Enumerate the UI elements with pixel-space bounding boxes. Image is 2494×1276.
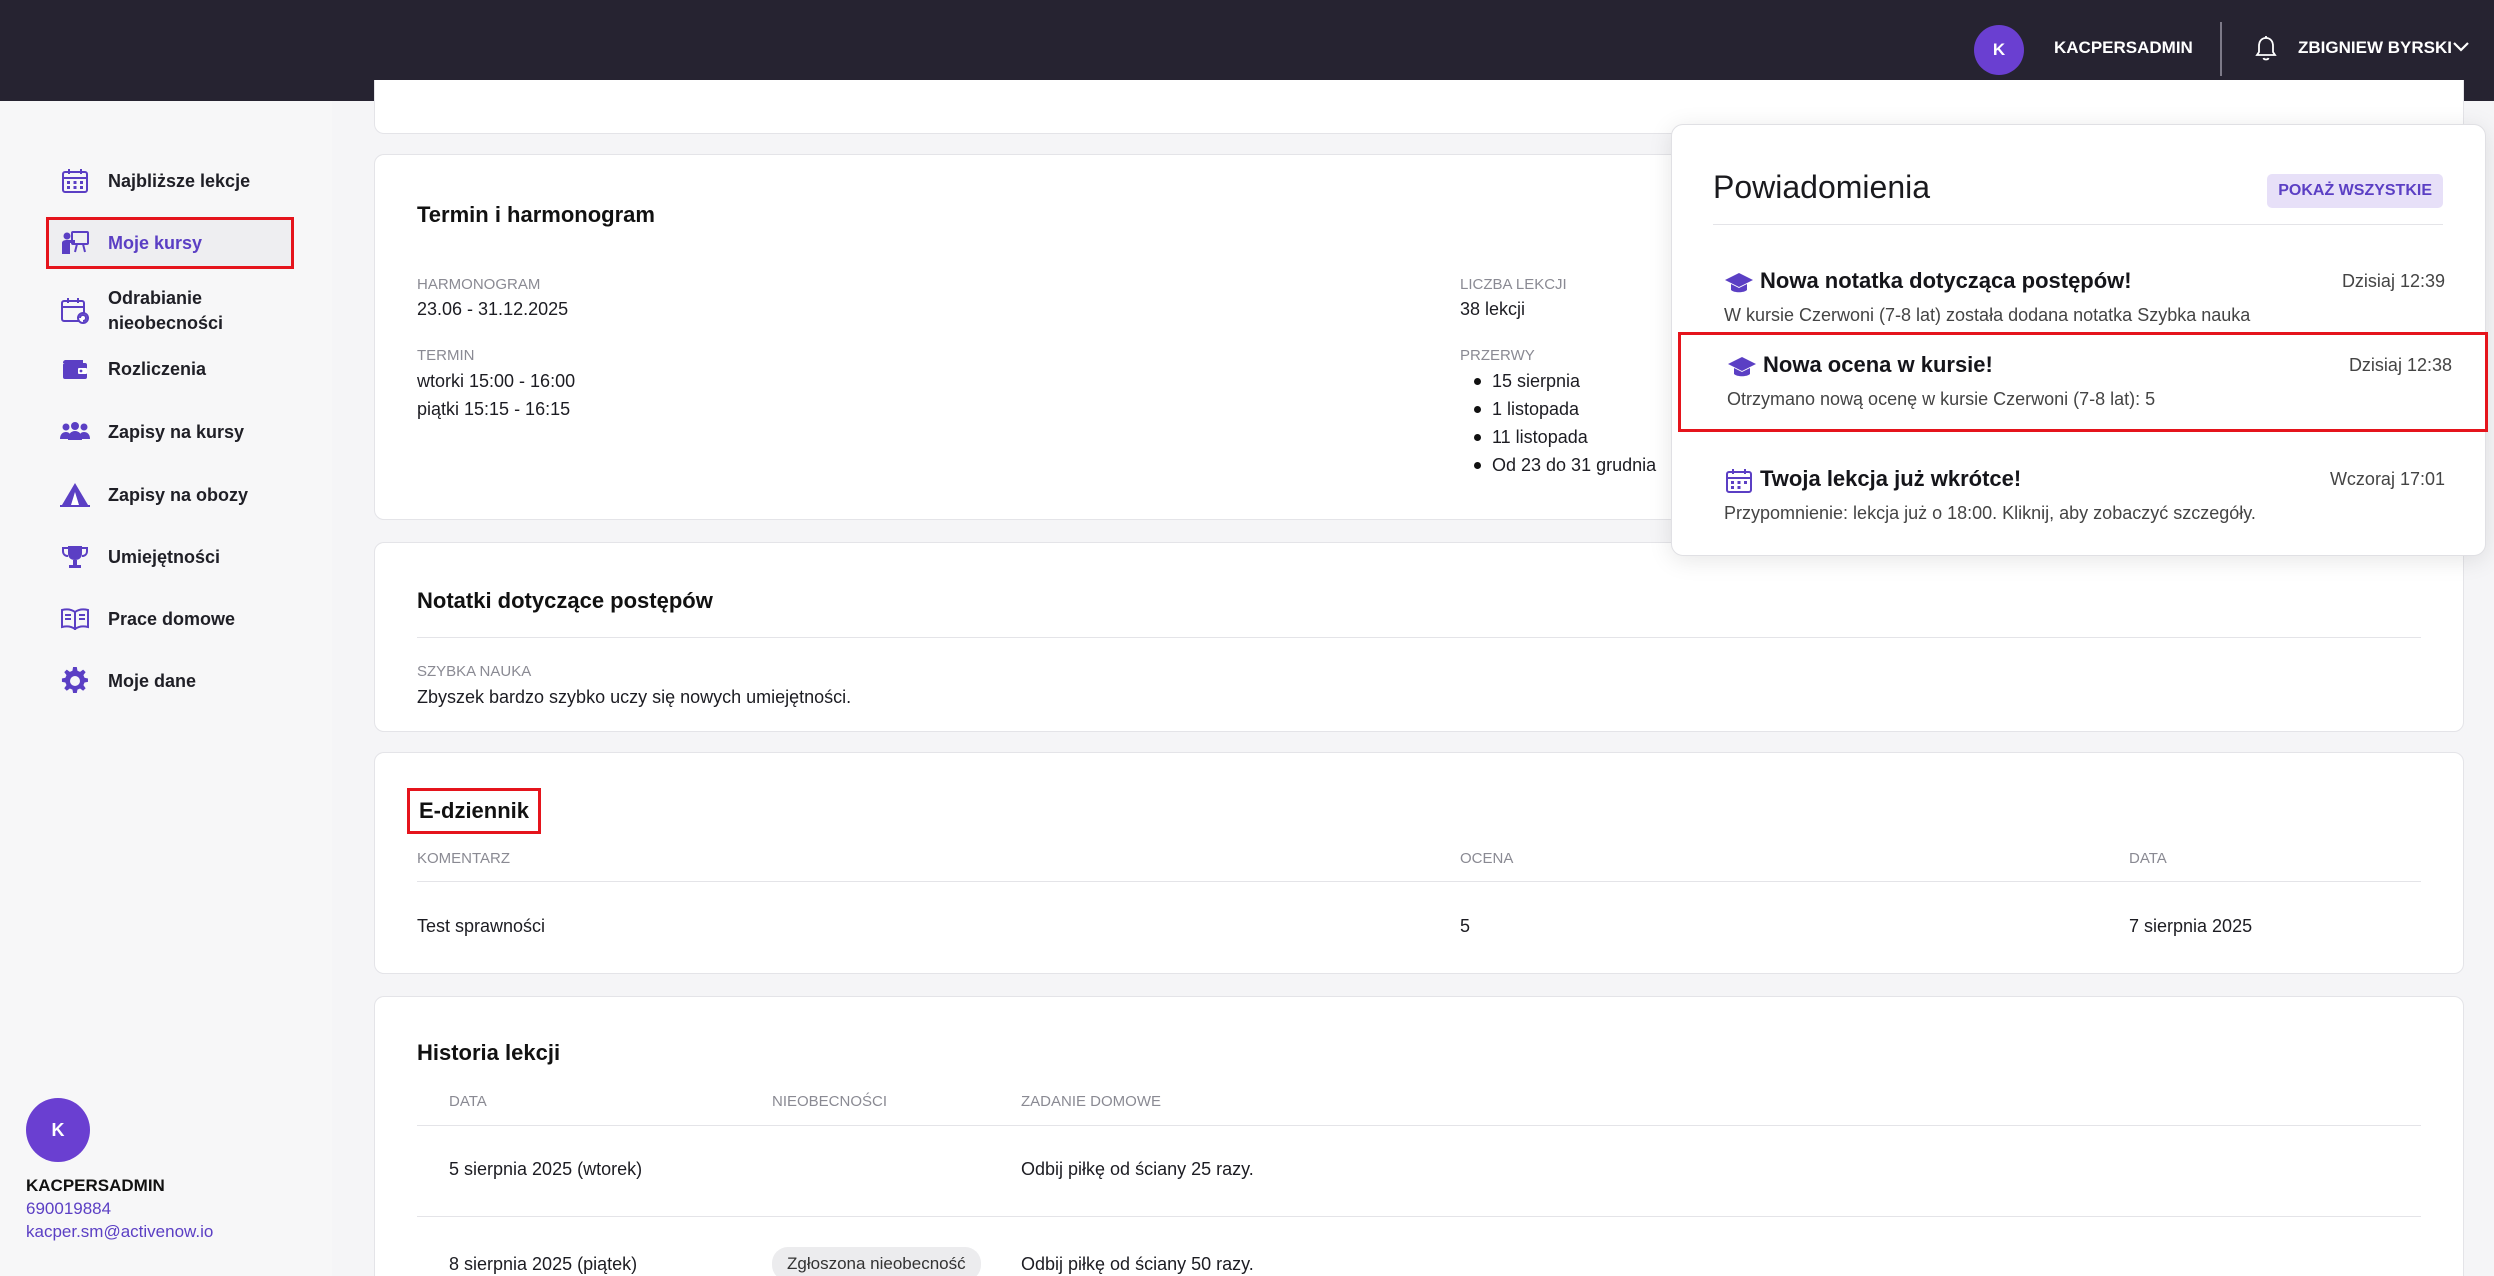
book-icon: [60, 604, 90, 634]
column-header: NIEOBECNOŚCI: [772, 1093, 888, 1110]
note-label: SZYBKA NAUKA: [417, 663, 532, 680]
termin-value-2: piątki 15:15 - 16:15: [417, 399, 571, 419]
sidebar-item-odrabianie[interactable]: Odrabianie nieobecności: [46, 279, 294, 343]
column-header: DATA: [449, 1093, 487, 1110]
list-item: 15 sierpnia: [1460, 367, 1656, 395]
lessons-count-label: LICZBA LEKCJI: [1460, 276, 1567, 293]
notification-item-highlighted[interactable]: Nowa ocena w kursie! Dzisiaj 12:38 Otrzy…: [1678, 332, 2488, 432]
sidebar-item-moje-kursy[interactable]: Moje kursy: [46, 217, 294, 269]
ediary-grade: 5: [1460, 916, 1471, 936]
divider: [417, 1216, 2421, 1217]
calendar-refresh-icon: [60, 296, 90, 326]
column-header: DATA: [2129, 850, 2167, 867]
topbar-divider: [2220, 22, 2222, 76]
notes-title: Notatki dotyczące postępów: [417, 588, 713, 613]
notifications-dropdown: Powiadomienia POKAŻ WSZYSTKIE Nowa notat…: [1671, 124, 2488, 556]
lesson-homework: Odbij piłkę od ściany 50 razy.: [1021, 1254, 1254, 1274]
gear-icon: [60, 666, 90, 696]
notification-title: Twoja lekcja już wkrótce!: [1760, 466, 2022, 491]
sidebar-item-label: Moje kursy: [108, 232, 203, 253]
divider: [417, 637, 2421, 638]
list-item: 1 listopada: [1460, 395, 1656, 423]
notification-title: Nowa notatka dotycząca postępów!: [1760, 268, 2132, 293]
column-header: OCENA: [1460, 850, 1514, 867]
notification-body: Przypomnienie: lekcja już o 18:00. Klikn…: [1724, 503, 2256, 523]
column-header: KOMENTARZ: [417, 850, 511, 867]
graduation-cap-icon: [1728, 357, 1756, 377]
teacher-board-icon: [60, 228, 90, 258]
people-icon: [60, 417, 90, 447]
chevron-down-icon[interactable]: [2452, 40, 2470, 54]
harmonogram-value: 23.06 - 31.12.2025: [417, 299, 569, 319]
sidebar-item-label: Najbliższe lekcje: [108, 170, 251, 191]
list-item: 11 listopada: [1460, 423, 1656, 451]
sidebar-user-avatar[interactable]: K: [26, 1098, 90, 1162]
calendar-icon: [60, 166, 90, 196]
sidebar-item-rozliczenia[interactable]: Rozliczenia: [46, 343, 294, 395]
notification-time: Dzisiaj 12:38: [2348, 355, 2452, 375]
lesson-date: 8 sierpnia 2025 (piątek): [449, 1254, 638, 1274]
notification-body: W kursie Czerwoni (7-8 lat) została doda…: [1724, 305, 2251, 325]
sidebar-user-email[interactable]: kacper.sm@activenow.io: [26, 1222, 213, 1242]
notification-time: Dzisiaj 12:39: [2341, 271, 2445, 291]
progress-notes-card: Notatki dotyczące postępów SZYBKA NAUKA …: [374, 542, 2464, 732]
sidebar-item-umiejetnosci[interactable]: Umiejętności: [46, 531, 294, 583]
sidebar-item-label: Umiejętności: [108, 546, 221, 567]
ediary-comment: Test sprawności: [417, 916, 546, 936]
sidebar-item-label: Rozliczenia: [108, 358, 207, 379]
sidebar-item-label: Zapisy na obozy: [108, 484, 249, 505]
absence-badge: Zgłoszona nieobecność: [772, 1247, 981, 1276]
sidebar-item-label: Prace domowe: [108, 608, 236, 629]
trophy-icon: [60, 542, 90, 572]
calendar-icon: [1726, 469, 1752, 493]
notification-time: Wczoraj 17:01: [2329, 469, 2445, 489]
ediary-card: E-dziennik KOMENTARZ OCENA DATA Test spr…: [374, 752, 2464, 974]
sidebar-user-phone[interactable]: 690019884: [26, 1199, 111, 1219]
tent-icon: [60, 480, 90, 510]
divider: [1713, 224, 2443, 225]
user-menu-name[interactable]: ZBIGNIEW BYRSKI: [2298, 38, 2452, 58]
account-avatar[interactable]: K: [1974, 25, 2024, 75]
sidebar-item-zapisy-kursy[interactable]: Zapisy na kursy: [46, 406, 294, 458]
notification-body: Otrzymano nową ocenę w kursie Czerwoni (…: [1727, 389, 2156, 409]
sidebar-item-prace-domowe[interactable]: Prace domowe: [46, 593, 294, 645]
bell-icon[interactable]: [2254, 35, 2278, 63]
list-item: Od 23 do 31 grudnia: [1460, 451, 1656, 479]
note-text: Zbyszek bardzo szybko uczy się nowych um…: [417, 687, 852, 707]
sidebar-item-label: Zapisy na kursy: [108, 421, 245, 442]
sidebar-item-moje-dane[interactable]: Moje dane: [46, 655, 294, 707]
lesson-history-card: Historia lekcji DATA NIEOBECNOŚCI ZADANI…: [374, 996, 2464, 1276]
sidebar-item-najblizsze-lekcje[interactable]: Najbliższe lekcje: [46, 155, 294, 207]
breaks-list: 15 sierpnia 1 listopada 11 listopada Od …: [1460, 367, 1656, 479]
sidebar-user-name: KACPERSADMIN: [26, 1176, 165, 1195]
graduation-cap-icon: [1725, 273, 1753, 293]
notification-title: Nowa ocena w kursie!: [1763, 352, 1993, 377]
sidebar: Najbliższe lekcje Moje kursy Odrabianie …: [0, 101, 332, 1276]
notification-item[interactable]: Twoja lekcja już wkrótce! Wczoraj 17:01 …: [1672, 446, 2487, 546]
breaks-label: PRZERWY: [1460, 347, 1535, 364]
sidebar-item-zapisy-obozy[interactable]: Zapisy na obozy: [46, 469, 294, 521]
sidebar-item-label: Moje dane: [108, 670, 197, 691]
divider: [417, 1125, 2421, 1126]
sidebar-item-label: Odrabianie nieobecności: [108, 288, 224, 333]
ediary-title: E-dziennik: [407, 788, 542, 834]
schedule-title: Termin i harmonogram: [417, 202, 655, 227]
show-all-button[interactable]: POKAŻ WSZYSTKIE: [2267, 174, 2443, 208]
column-header: ZADANIE DOMOWE: [1021, 1093, 1162, 1110]
history-title: Historia lekcji: [417, 1040, 561, 1065]
wallet-icon: [60, 354, 90, 384]
lesson-date: 5 sierpnia 2025 (wtorek): [449, 1159, 643, 1179]
lesson-homework: Odbij piłkę od ściany 25 razy.: [1021, 1159, 1254, 1179]
account-name[interactable]: KACPERSADMIN: [2054, 38, 2193, 58]
lessons-count-value: 38 lekcji: [1460, 299, 1526, 319]
ediary-date: 7 sierpnia 2025: [2129, 916, 2253, 936]
termin-label: TERMIN: [417, 347, 475, 364]
harmonogram-label: HARMONOGRAM: [417, 276, 541, 293]
divider: [417, 881, 2421, 882]
termin-value-1: wtorki 15:00 - 16:00: [417, 371, 576, 391]
notifications-title: Powiadomienia: [1713, 169, 1931, 205]
